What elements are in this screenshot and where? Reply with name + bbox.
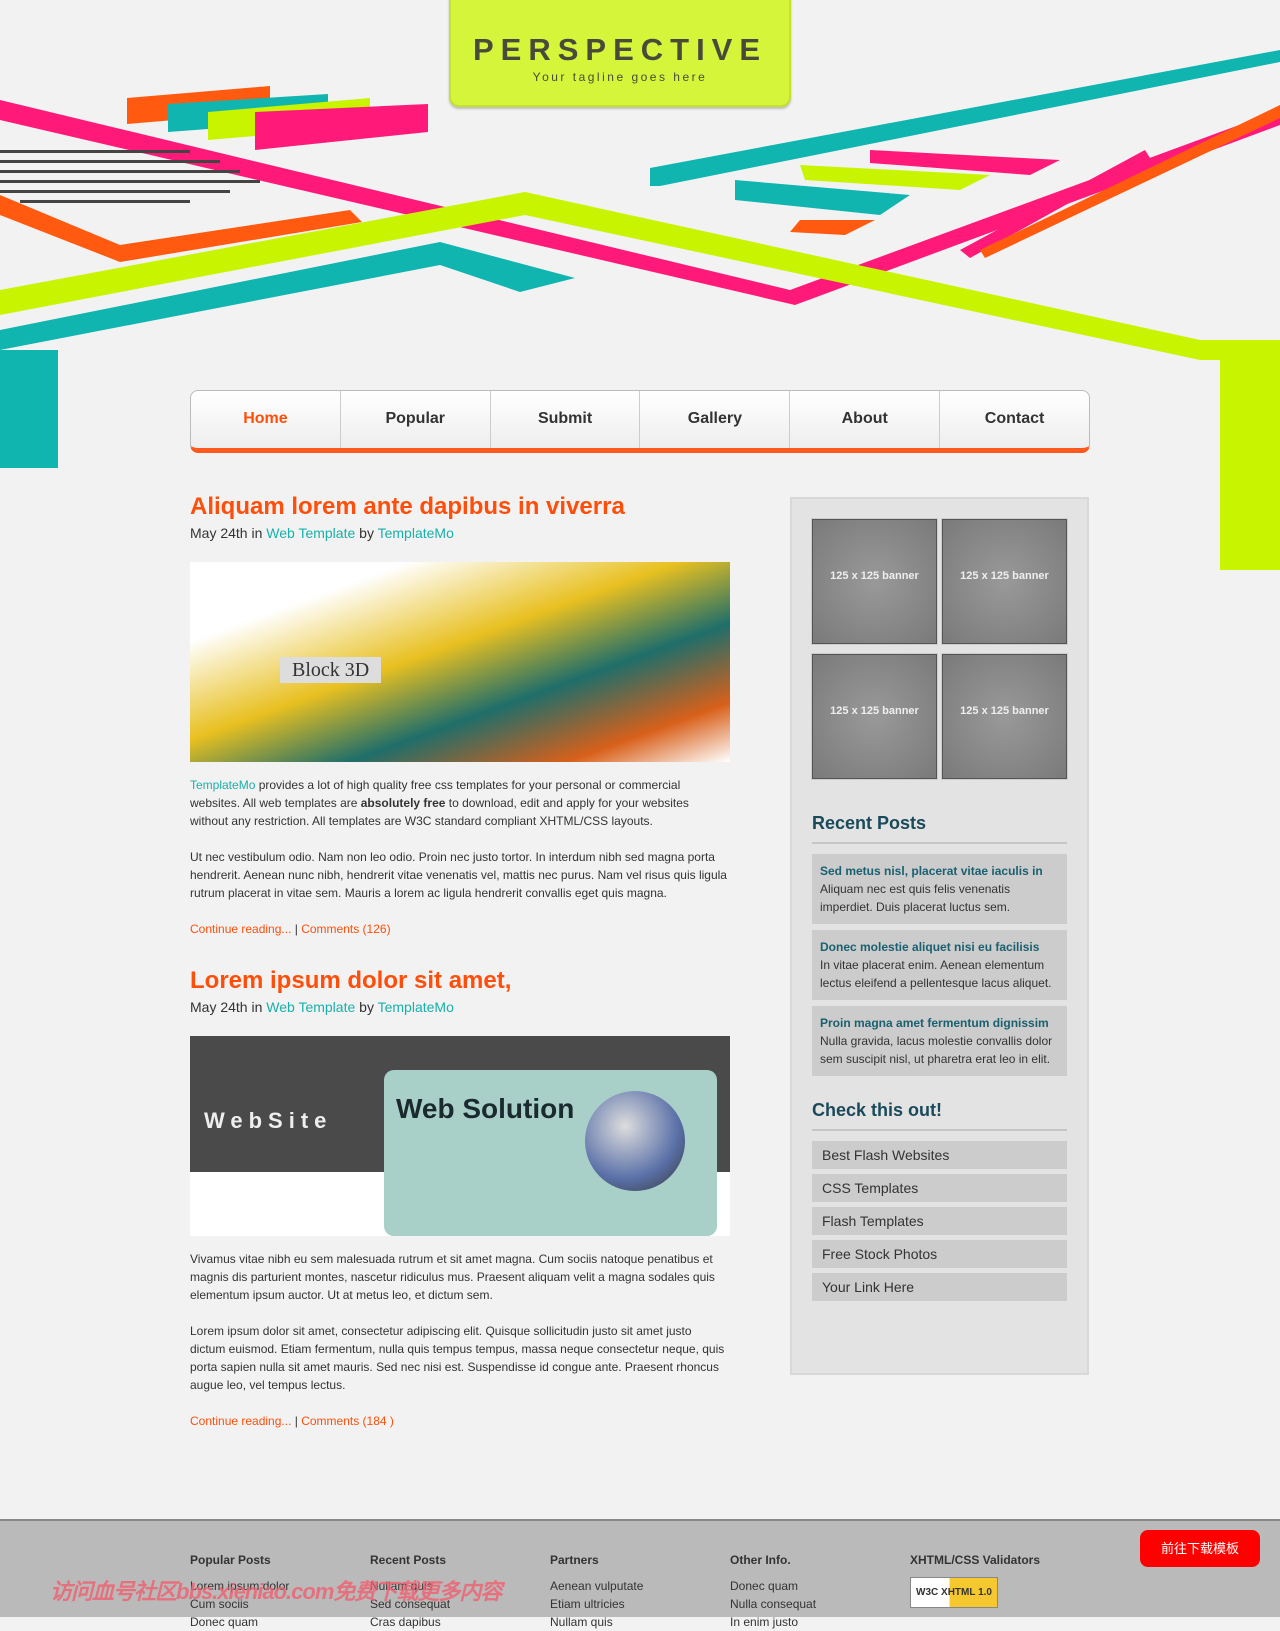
continue-reading-link[interactable]: Continue reading... bbox=[190, 922, 291, 936]
sidebar-link[interactable]: Your Link Here bbox=[812, 1273, 1067, 1301]
sidebar-link[interactable]: Free Stock Photos bbox=[812, 1240, 1067, 1268]
separator: | bbox=[291, 1414, 302, 1428]
post-meta: May 24th in Web Template by TemplateMo bbox=[190, 524, 730, 542]
post-title[interactable]: Lorem ipsum dolor sit amet, bbox=[190, 966, 730, 996]
post-date: May 24th bbox=[190, 525, 248, 541]
post-paragraph: Ut nec vestibulum odio. Nam non leo odio… bbox=[190, 850, 727, 900]
footer-link[interactable]: Nullam quis bbox=[550, 1613, 643, 1631]
download-template-button[interactable]: 前往下载模板 bbox=[1140, 1530, 1260, 1567]
recent-post-text: In vitae placerat enim. Aenean elementum… bbox=[820, 958, 1052, 990]
category-link[interactable]: Web Template bbox=[266, 999, 355, 1015]
site-title: PERSPECTIVE bbox=[472, 32, 768, 67]
sidebar-link[interactable]: Flash Templates bbox=[812, 1207, 1067, 1235]
post-paragraph: Lorem ipsum dolor sit amet, consectetur … bbox=[190, 1324, 725, 1392]
recent-post: Proin magna amet fermentum dignissim Null… bbox=[812, 1006, 1067, 1076]
footer-column: Other Info. Donec quam Nulla consequat In e… bbox=[730, 1551, 816, 1631]
image-logo: WebSite bbox=[204, 1108, 333, 1133]
footer-heading: Recent Posts bbox=[370, 1553, 447, 1567]
nav-about[interactable]: About bbox=[790, 391, 941, 448]
image-caption: Block 3D bbox=[280, 657, 382, 683]
ad-banner[interactable]: 125 x 125 banner bbox=[811, 653, 938, 780]
sidebar: 125 x 125 banner 125 x 125 banner 125 x … bbox=[790, 497, 1089, 1375]
sidebar-link[interactable]: Best Flash Websites bbox=[812, 1141, 1067, 1169]
footer-link[interactable]: Donec quam bbox=[190, 1613, 289, 1631]
recent-post: Sed metus nisl, placerat vitae iaculis i… bbox=[812, 854, 1067, 924]
post-image: Block 3D bbox=[190, 562, 730, 762]
globe-graphic bbox=[585, 1091, 685, 1191]
post-paragraph: TemplateMo provides a lot of high qualit… bbox=[190, 776, 730, 830]
meta-by: by bbox=[359, 999, 374, 1015]
watermark: 访问血号社区bbs.xieniao.com免费下载更多内容 bbox=[50, 1579, 502, 1604]
nav-contact[interactable]: Contact bbox=[940, 391, 1089, 448]
nav-popular[interactable]: Popular bbox=[341, 391, 491, 448]
check-heading: Check this out! bbox=[812, 1082, 1067, 1131]
main-content: Aliquam lorem ante dapibus in viverra Ma… bbox=[190, 492, 730, 1448]
footer-link[interactable]: Donec quam bbox=[730, 1577, 816, 1595]
post-title[interactable]: Aliquam lorem ante dapibus in viverra bbox=[190, 492, 730, 522]
post-date: May 24th bbox=[190, 999, 248, 1015]
bold-text: absolutely free bbox=[360, 796, 446, 810]
comments-link[interactable]: Comments (126) bbox=[301, 922, 390, 936]
footer-validators: XHTML/CSS Validators W3C XHTML 1.0 bbox=[910, 1551, 1040, 1608]
footer-link[interactable]: Cras dapibus bbox=[370, 1613, 450, 1631]
continue-reading-link[interactable]: Continue reading... bbox=[190, 1414, 291, 1428]
post: Lorem ipsum dolor sit amet, May 24th in … bbox=[190, 966, 730, 1430]
footer-column: Partners Aenean vulputate Etiam ultricies N… bbox=[550, 1551, 643, 1631]
meta-in: in bbox=[251, 999, 263, 1015]
recent-post-text: Nulla gravida, lacus molestie convallis … bbox=[820, 1034, 1053, 1066]
footer-link[interactable]: Nulla consequat bbox=[730, 1595, 816, 1613]
separator: | bbox=[291, 922, 302, 936]
templatemo-link[interactable]: TemplateMo bbox=[190, 778, 255, 792]
footer-heading: Popular Posts bbox=[190, 1553, 271, 1567]
footer-heading: Partners bbox=[550, 1553, 599, 1567]
meta-in: in bbox=[251, 525, 263, 541]
author-link[interactable]: TemplateMo bbox=[378, 525, 454, 541]
site-tagline: Your tagline goes here bbox=[532, 70, 708, 84]
ad-banner[interactable]: 125 x 125 banner bbox=[941, 653, 1068, 780]
recent-post: Donec molestie aliquet nisi eu facilisis… bbox=[812, 930, 1067, 1000]
footer-link[interactable]: Aenean vulputate bbox=[550, 1577, 643, 1595]
author-link[interactable]: TemplateMo bbox=[378, 999, 454, 1015]
post-links: Continue reading... | Comments (126) bbox=[190, 920, 730, 938]
category-link[interactable]: Web Template bbox=[266, 525, 355, 541]
nav-home[interactable]: Home bbox=[191, 391, 341, 448]
post-paragraph: Vivamus vitae nibh eu sem malesuada rutr… bbox=[190, 1252, 715, 1302]
post-image: WebSite Web Solution bbox=[190, 1036, 730, 1236]
recent-post-text: Aliquam nec est quis felis venenatis imp… bbox=[820, 882, 1011, 914]
nav-submit[interactable]: Submit bbox=[491, 391, 641, 448]
main-nav: Home Popular Submit Gallery About Contac… bbox=[190, 390, 1090, 453]
comments-link[interactable]: Comments (184 ) bbox=[301, 1414, 394, 1428]
footer-heading: Other Info. bbox=[730, 1553, 791, 1567]
nav-gallery[interactable]: Gallery bbox=[640, 391, 791, 448]
recent-post-link[interactable]: Donec molestie aliquet nisi eu facilisis bbox=[820, 938, 1059, 956]
w3c-xhtml-badge[interactable]: W3C XHTML 1.0 bbox=[910, 1577, 998, 1608]
ad-banner[interactable]: 125 x 125 banner bbox=[941, 518, 1068, 645]
meta-by: by bbox=[359, 525, 374, 541]
post: Aliquam lorem ante dapibus in viverra Ma… bbox=[190, 492, 730, 938]
post-meta: May 24th in Web Template by TemplateMo bbox=[190, 998, 730, 1016]
footer-heading: XHTML/CSS Validators bbox=[910, 1553, 1041, 1567]
footer-link[interactable]: Etiam ultricies bbox=[550, 1595, 643, 1613]
recent-posts-heading: Recent Posts bbox=[812, 789, 1067, 844]
ad-banner[interactable]: 125 x 125 banner bbox=[811, 518, 938, 645]
post-links: Continue reading... | Comments (184 ) bbox=[190, 1412, 730, 1430]
site-logo[interactable]: PERSPECTIVE Your tagline goes here bbox=[449, 0, 791, 107]
recent-post-link[interactable]: Sed metus nisl, placerat vitae iaculis i… bbox=[820, 862, 1059, 880]
footer-link[interactable]: In enim justo bbox=[730, 1613, 816, 1631]
recent-post-link[interactable]: Proin magna amet fermentum dignissim bbox=[820, 1014, 1059, 1032]
sidebar-link[interactable]: CSS Templates bbox=[812, 1174, 1067, 1202]
